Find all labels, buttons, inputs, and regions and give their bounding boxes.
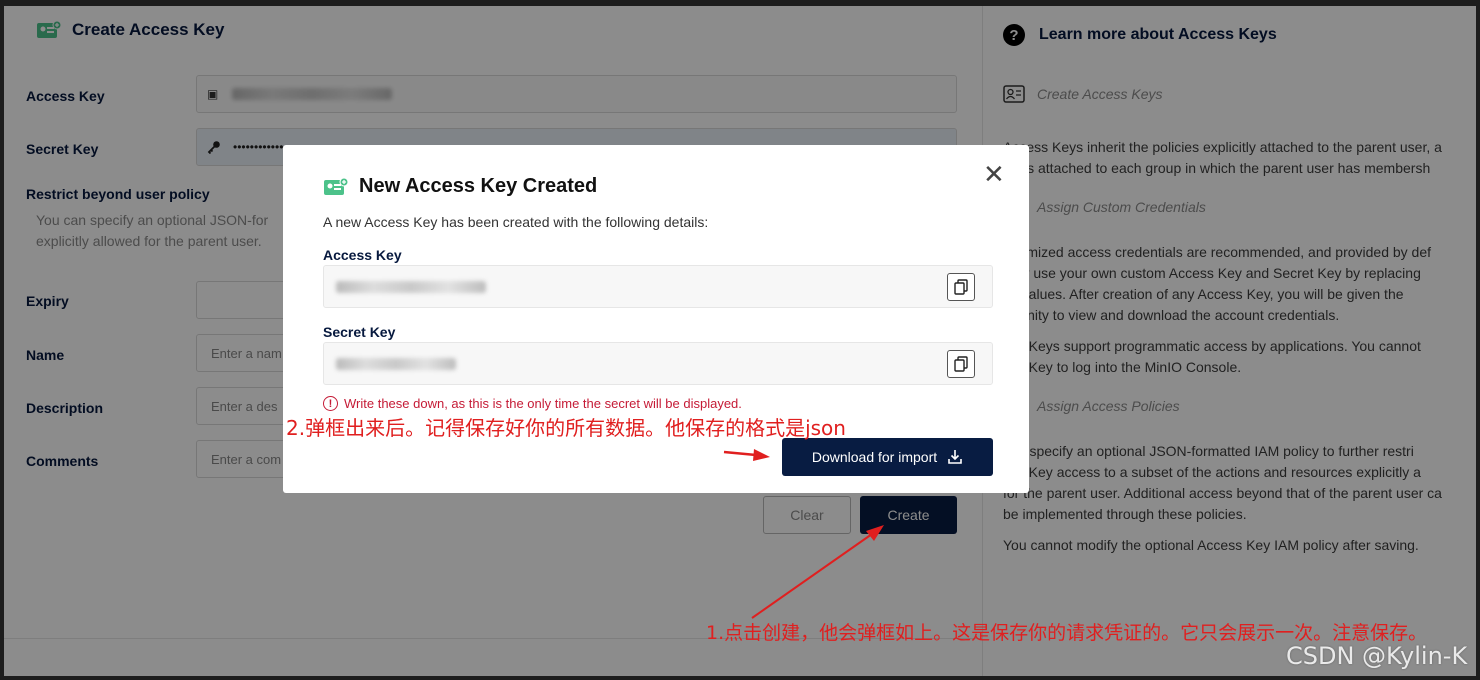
copy-access-key-button[interactable]: [947, 273, 975, 301]
app-frame: Create Access Key Access Key ▣ Secret Ke…: [4, 6, 1476, 676]
modal-description: A new Access Key has been created with t…: [323, 214, 709, 230]
modal-access-key-label: Access Key: [323, 247, 402, 263]
copy-secret-key-button[interactable]: [947, 350, 975, 378]
annotation-step-2: 2.弹框出来后。记得保存好你的所有数据。他保存的格式是json: [286, 416, 846, 440]
modal-access-key-field[interactable]: [323, 265, 993, 308]
modal-title-text: New Access Key Created: [359, 175, 598, 197]
copy-icon: [954, 279, 968, 295]
close-icon[interactable]: ✕: [983, 161, 1005, 187]
modal-secret-key-label: Secret Key: [323, 324, 396, 340]
download-button-label: Download for import: [811, 449, 938, 465]
modal-secret-key-field[interactable]: [323, 342, 993, 385]
watermark: CSDN @Kylin-K: [1286, 642, 1468, 670]
alert-icon: !: [323, 396, 338, 411]
redacted-secret-key: [336, 357, 456, 370]
modal-title: New Access Key Created: [323, 175, 597, 198]
access-key-icon: [324, 177, 349, 195]
warning-text: Write these down, as this is the only ti…: [344, 396, 742, 411]
secret-warning: ! Write these down, as this is the only …: [323, 396, 742, 411]
copy-icon: [954, 356, 968, 372]
redacted-access-key: [336, 280, 486, 293]
download-icon: [948, 450, 962, 464]
download-for-import-button[interactable]: Download for import: [782, 438, 993, 476]
